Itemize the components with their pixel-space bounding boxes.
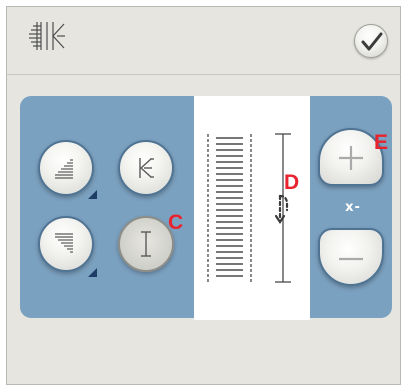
density-increase-button[interactable]	[38, 140, 94, 196]
callout-c: C	[168, 211, 184, 234]
stitch-width-icon	[139, 158, 154, 178]
minus-icon	[339, 257, 363, 261]
stitch-preview-graphic	[207, 133, 291, 283]
options-arrow-icon	[88, 268, 97, 277]
density-decrease-button[interactable]	[38, 216, 94, 272]
stitch-preview	[194, 96, 310, 320]
stitch-direction-icon	[274, 194, 289, 224]
decrease-button[interactable]	[318, 228, 384, 286]
options-arrow-icon	[88, 190, 97, 199]
adjust-label: x-	[345, 200, 361, 215]
callout-d: D	[284, 171, 300, 194]
stitch-density-decrease-icon	[55, 233, 73, 253]
stitch-density-increase-icon	[55, 159, 73, 179]
stitch-width-button[interactable]	[118, 140, 174, 196]
callout-e: E	[374, 131, 389, 154]
stitch-length-button[interactable]	[118, 216, 174, 272]
stitch-length-icon	[141, 231, 151, 257]
checkmark-icon	[361, 32, 383, 51]
plus-icon	[339, 146, 363, 170]
ok-button[interactable]	[354, 24, 388, 58]
stitch-width-position-icon	[28, 18, 84, 54]
header-divider	[6, 74, 401, 75]
